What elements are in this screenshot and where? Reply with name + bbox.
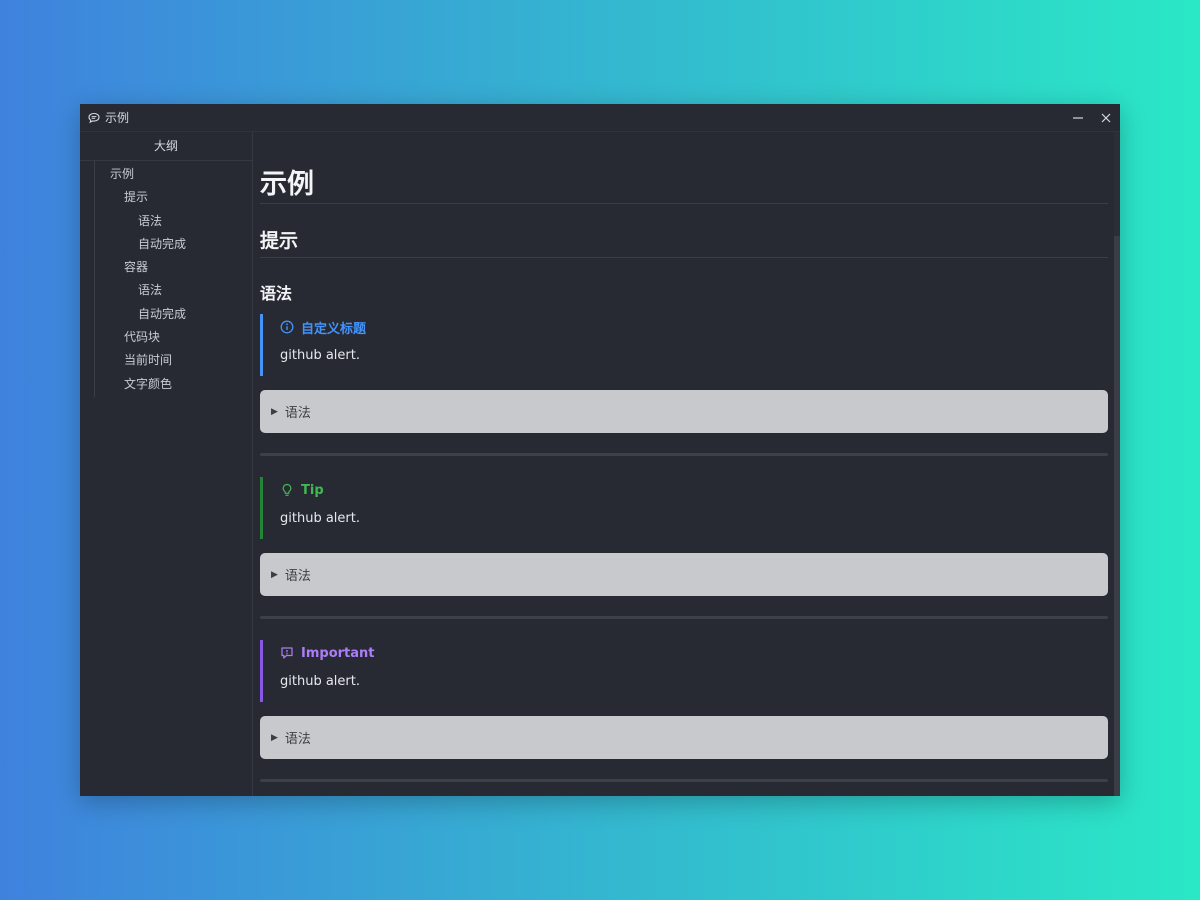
- details-summary: 语法: [284, 406, 311, 421]
- heading-2: 提示: [260, 226, 1108, 258]
- close-icon: [1101, 113, 1111, 122]
- info-icon: [280, 320, 294, 334]
- close-button[interactable]: [1092, 104, 1120, 132]
- heading-3: 语法: [260, 284, 293, 303]
- heading-1: 示例: [260, 162, 1108, 204]
- minus-icon: [1073, 116, 1083, 119]
- alert-note: 自定义标题 github alert.: [260, 314, 1108, 376]
- window-title: 示例: [105, 111, 130, 125]
- outline-tree: 示例 提示 语法 自动完成 容器 语法 自动完成 代码块 当前时间 文字颜色: [80, 161, 252, 397]
- outline-rail: [94, 161, 95, 397]
- outline-item-current-time[interactable]: 当前时间: [80, 349, 252, 372]
- outline-item-container[interactable]: 容器: [80, 256, 252, 279]
- lightbulb-icon: [280, 483, 294, 497]
- alert-tip: Tip github alert.: [260, 477, 1108, 539]
- alert-body: github alert.: [280, 511, 360, 526]
- alert-title-text: Tip: [301, 482, 324, 498]
- outline-item-example[interactable]: 示例: [80, 163, 252, 186]
- app-window: 示例 大纲 示例 提示 语法 自动完成 容器 语法 自动完成 代码块 当前时间 …: [80, 104, 1120, 796]
- outline-item-container-syntax[interactable]: 语法: [80, 279, 252, 302]
- outline-item-hint-syntax[interactable]: 语法: [80, 210, 252, 233]
- details-syntax-toggle[interactable]: ▶ 语法: [260, 390, 1108, 433]
- horizontal-rule: [260, 616, 1108, 619]
- minimize-button[interactable]: [1064, 104, 1092, 132]
- document-content[interactable]: 示例 提示 语法 自定义标题 github alert. ▶ 语法 Tip gi…: [253, 132, 1120, 796]
- details-summary: 语法: [284, 569, 311, 584]
- outline-sidebar: 大纲 示例 提示 语法 自动完成 容器 语法 自动完成 代码块 当前时间 文字颜…: [80, 132, 253, 796]
- triangle-right-icon: ▶: [271, 406, 278, 417]
- scrollbar-thumb[interactable]: [1114, 236, 1120, 796]
- triangle-right-icon: ▶: [271, 569, 278, 580]
- chat-bubble-icon: [87, 111, 101, 125]
- outline-item-hint[interactable]: 提示: [80, 186, 252, 209]
- details-summary: 语法: [284, 732, 311, 747]
- outline-item-code-block[interactable]: 代码块: [80, 326, 252, 349]
- triangle-right-icon: ▶: [271, 732, 278, 743]
- outline-header: 大纲: [80, 132, 252, 161]
- alert-body: github alert.: [280, 348, 360, 363]
- alert-title-text: 自定义标题: [301, 321, 367, 337]
- alert-title: Tip: [280, 480, 1108, 500]
- title-bar[interactable]: 示例: [80, 104, 1120, 132]
- details-syntax-toggle[interactable]: ▶ 语法: [260, 716, 1108, 759]
- alert-title: Important: [280, 643, 1108, 663]
- scrollbar[interactable]: [1114, 132, 1120, 796]
- report-icon: [280, 646, 294, 660]
- details-syntax-toggle[interactable]: ▶ 语法: [260, 553, 1108, 596]
- outline-item-text-color[interactable]: 文字颜色: [80, 373, 252, 396]
- alert-title-text: Important: [301, 645, 375, 661]
- outline-item-container-autocomplete[interactable]: 自动完成: [80, 303, 252, 326]
- horizontal-rule: [260, 453, 1108, 456]
- alert-title: 自定义标题: [280, 317, 1108, 337]
- alert-important: Important github alert.: [260, 640, 1108, 702]
- alert-body: github alert.: [280, 674, 360, 689]
- outline-item-hint-autocomplete[interactable]: 自动完成: [80, 233, 252, 256]
- horizontal-rule: [260, 779, 1108, 782]
